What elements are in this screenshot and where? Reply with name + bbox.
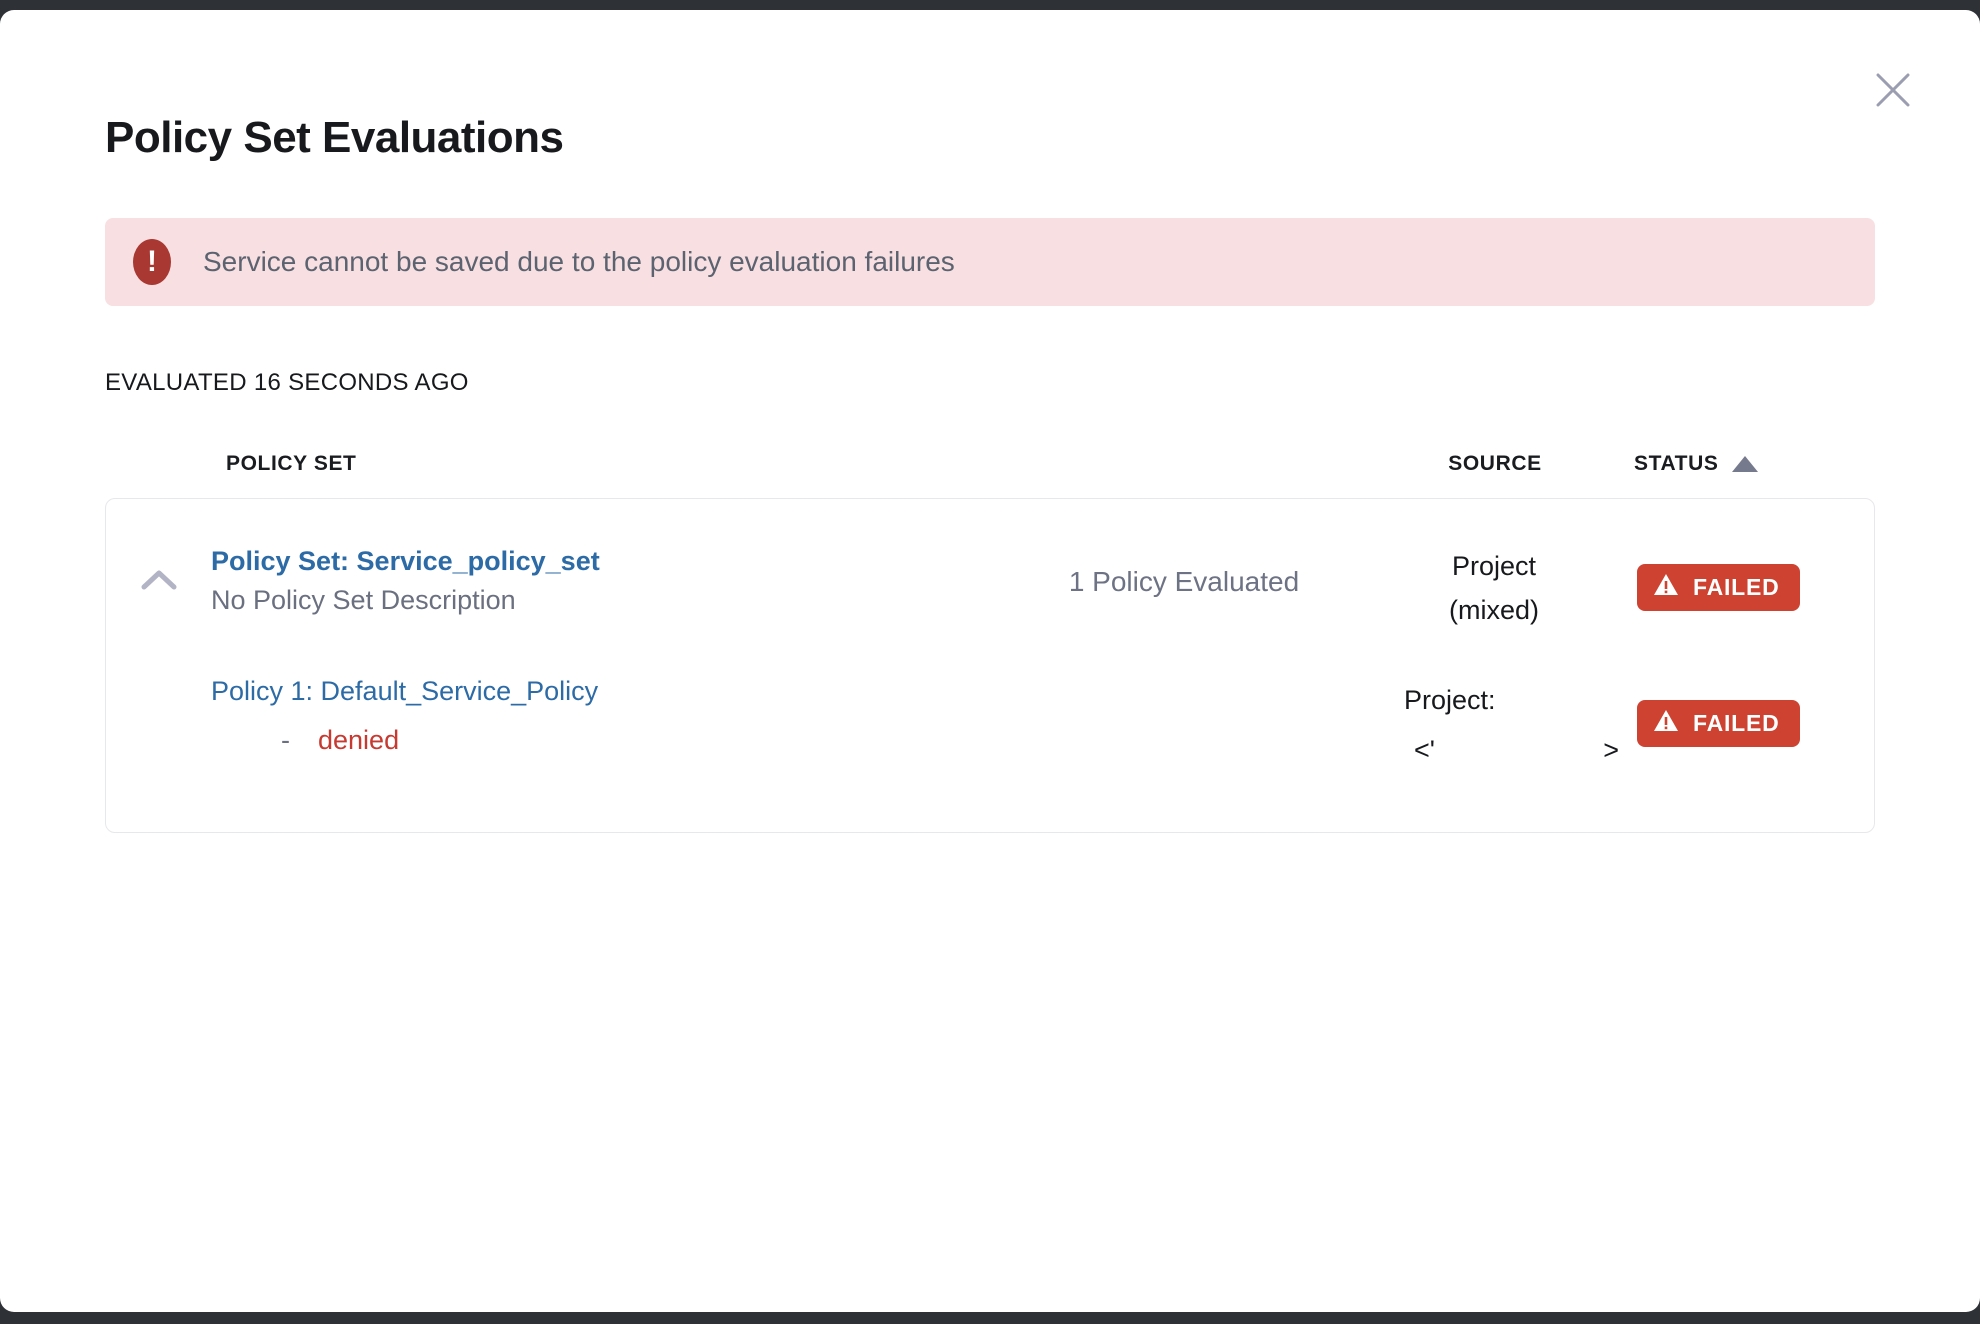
policy-cell: Policy 1: Default_Service_Policy - denie…: [211, 674, 999, 757]
policy-denied-label: denied: [318, 723, 399, 757]
table-row: Policy 1: Default_Service_Policy - denie…: [106, 674, 1874, 772]
column-header-status-label: STATUS: [1634, 452, 1718, 476]
table-row: Policy Set: Service_policy_set No Policy…: [106, 544, 1874, 632]
policy-link[interactable]: Policy 1: Default_Service_Policy: [211, 674, 598, 708]
page-title: Policy Set Evaluations: [105, 113, 1875, 163]
source-cell: Project (mixed): [1369, 544, 1619, 632]
status-badge-label: FAILED: [1693, 574, 1780, 601]
close-button[interactable]: [1872, 70, 1914, 112]
source-line-2: <' >: [1404, 722, 1619, 772]
status-badge: FAILED: [1637, 564, 1800, 611]
policy-set-link[interactable]: Policy Set: Service_policy_set: [211, 544, 600, 578]
chevron-up-icon: [140, 580, 178, 595]
error-banner-message: Service cannot be saved due to the polic…: [203, 246, 955, 278]
warning-triangle-icon: [1653, 709, 1679, 738]
exclamation-circle-icon: !: [133, 239, 171, 285]
detail-bullet: -: [281, 723, 290, 757]
status-badge-label: FAILED: [1693, 710, 1780, 737]
evaluation-card: Policy Set: Service_policy_set No Policy…: [105, 498, 1875, 833]
close-icon: [1873, 70, 1913, 113]
evaluated-timestamp: EVALUATED 16 SECONDS AGO: [105, 369, 1875, 397]
sort-caret-up-icon: [1732, 456, 1758, 472]
source-line-1: Project: [1369, 544, 1619, 588]
policies-evaluated-count: 1 Policy Evaluated: [999, 544, 1369, 598]
table-header-row: POLICY SET SOURCE STATUS: [105, 452, 1875, 476]
source-cell: Project: <' >: [1369, 674, 1619, 772]
warning-triangle-icon: [1653, 573, 1679, 602]
collapse-row-button[interactable]: [140, 568, 178, 595]
column-header-status[interactable]: STATUS: [1620, 452, 1875, 476]
source-line-1: Project:: [1404, 678, 1619, 722]
source-bracket-right: >: [1603, 728, 1619, 772]
column-header-policy-set: POLICY SET: [210, 452, 1000, 476]
policy-set-cell: Policy Set: Service_policy_set No Policy…: [211, 544, 999, 617]
error-banner: ! Service cannot be saved due to the pol…: [105, 218, 1875, 306]
policy-set-description: No Policy Set Description: [211, 583, 999, 617]
policy-set-evaluations-modal: Policy Set Evaluations ! Service cannot …: [0, 10, 1980, 1312]
column-header-source: SOURCE: [1370, 452, 1620, 476]
status-badge: FAILED: [1637, 700, 1800, 747]
source-line-2: (mixed): [1369, 588, 1619, 632]
source-bracket-left: <': [1414, 728, 1435, 772]
